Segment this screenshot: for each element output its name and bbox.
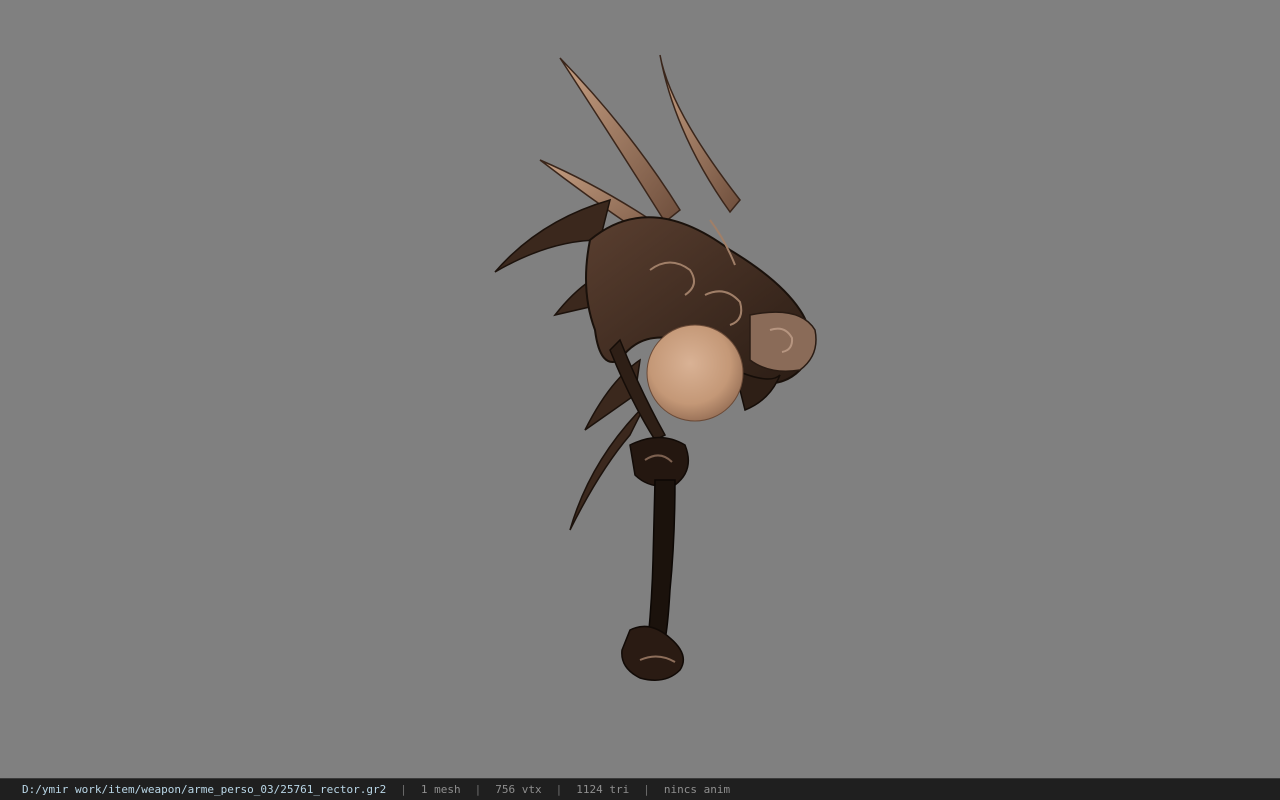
animation-status: nincs anim [663,783,731,796]
3d-viewport[interactable] [0,0,1280,778]
file-path: D:/ymir work/item/weapon/arme_perso_03/2… [22,783,387,796]
status-bar: D:/ymir work/item/weapon/arme_perso_03/2… [0,778,1280,800]
triangle-count: 1124 tri [576,783,630,796]
status-separator: | [643,783,650,796]
status-separator: | [400,783,407,796]
status-separator: | [555,783,563,796]
dragon-head-staff-model-icon [494,54,817,681]
vertex-count: 756 vtx [495,783,542,796]
status-separator: | [474,783,482,796]
mesh-count: 1 mesh [420,783,461,796]
